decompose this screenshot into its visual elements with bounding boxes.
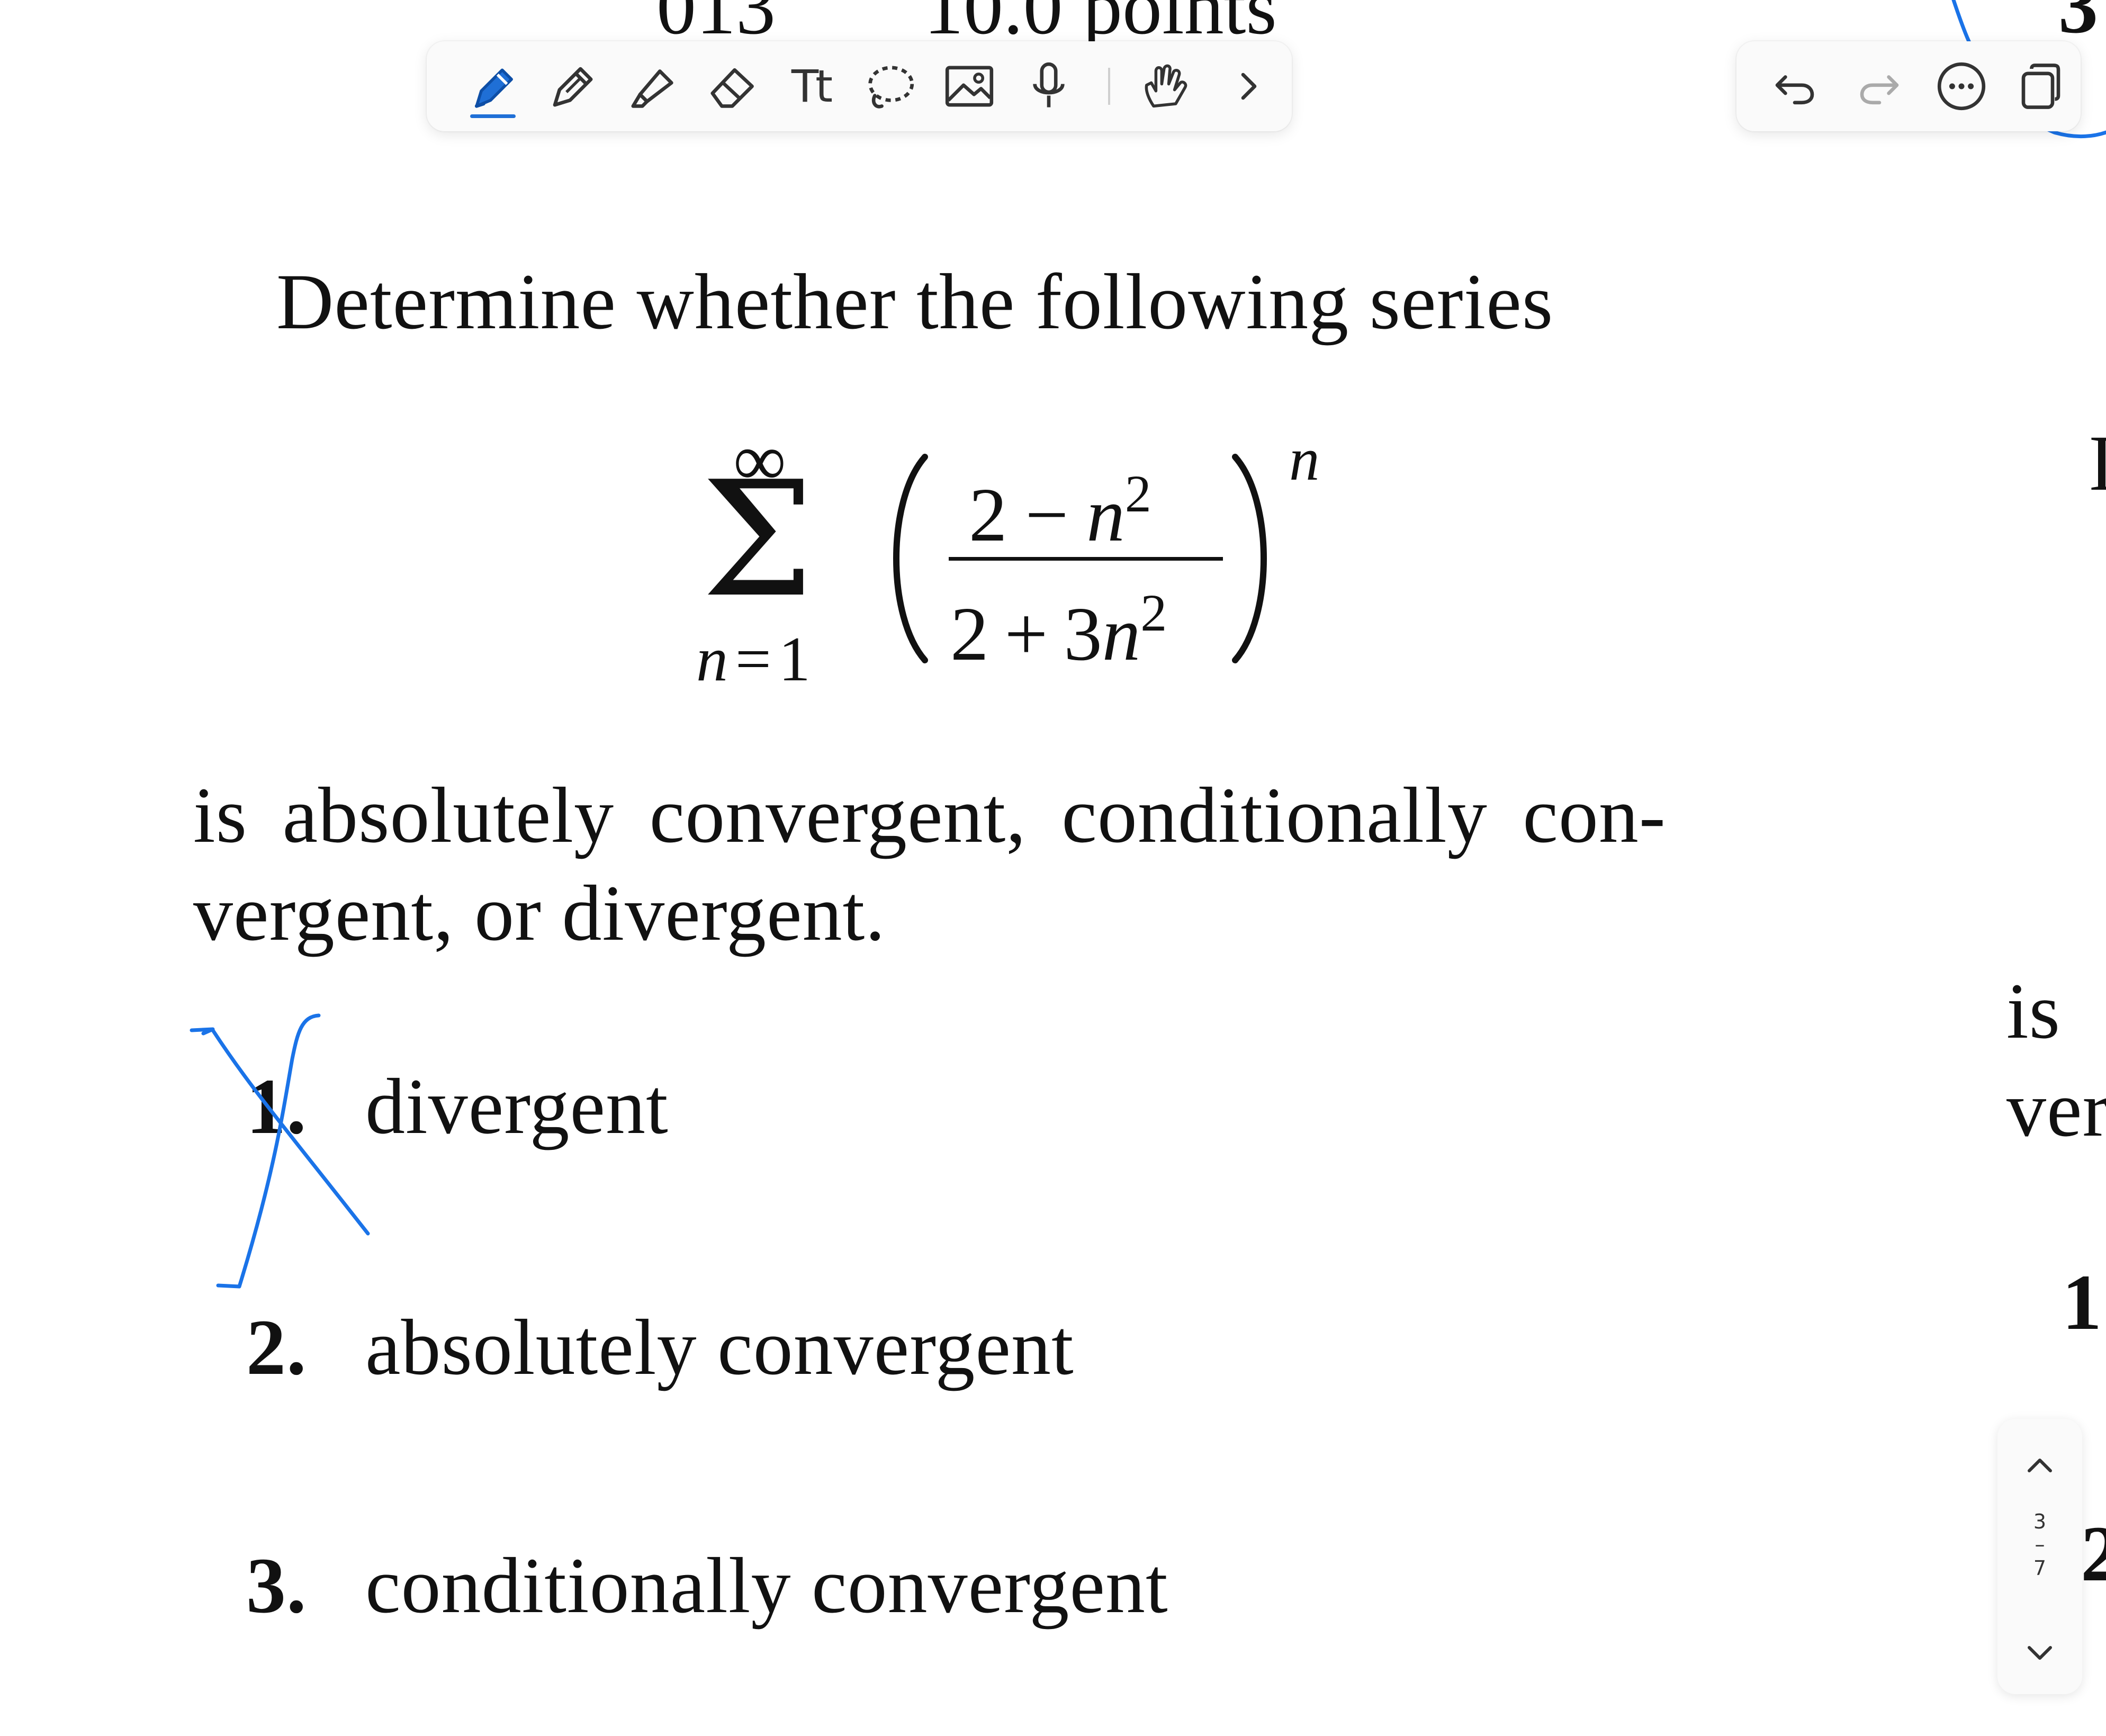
pencil-tool[interactable]	[538, 41, 607, 131]
den-op: +	[1004, 592, 1048, 677]
option-label: absolutely convergent	[365, 1303, 1074, 1391]
chevron-down-icon	[2028, 1646, 2052, 1660]
page-navigator: 3 – 7	[1997, 1419, 2082, 1694]
right-column-edge: I	[2089, 419, 2106, 507]
undo-icon	[1775, 75, 1814, 105]
fraction-denominator: 2 +3n2	[950, 574, 1167, 673]
question-text-line-1: is absolutely convergent, conditionally …	[193, 771, 1666, 859]
total-pages: 7	[2033, 1557, 2047, 1580]
chevron-right-icon	[1241, 73, 1257, 100]
fraction-numerator: 2− n2	[969, 455, 1151, 554]
action-toolbar	[1736, 41, 2081, 131]
lower-var: n	[696, 624, 728, 694]
highlighter-icon	[631, 69, 673, 108]
question-number: 013	[656, 0, 776, 51]
eraser-icon	[710, 68, 754, 108]
points-label: 10.0 points	[924, 0, 1277, 51]
lower-val: 1	[778, 624, 811, 694]
den-coef: 3	[1064, 592, 1102, 677]
num-var: n	[1086, 473, 1125, 557]
undo-button[interactable]	[1760, 41, 1829, 131]
previous-page-button[interactable]	[2013, 1440, 2066, 1488]
option-label: divergent	[365, 1063, 669, 1150]
right-paren	[1232, 454, 1267, 663]
chevron-up-icon	[2028, 1459, 2052, 1472]
pages-icon	[2021, 64, 2060, 109]
image-tool[interactable]	[935, 41, 1004, 131]
right-column-option-2: 2	[2081, 1510, 2106, 1598]
current-page: 3	[2033, 1510, 2047, 1533]
question-text-line-2: vergent, or divergent.	[193, 869, 886, 957]
drawing-toolbar: Tt	[427, 41, 1292, 131]
right-column-line-2: ver	[2006, 1065, 2106, 1153]
sum-lower-limit: n = 1	[696, 627, 811, 691]
hand-icon	[1145, 64, 1187, 108]
ink-cross-annotation	[190, 1013, 370, 1289]
next-page-button[interactable]	[2013, 1631, 2066, 1678]
text-icon: Tt	[791, 60, 833, 112]
question-intro: Determine whether the following series	[276, 258, 1554, 346]
fraction-bar	[949, 557, 1223, 561]
image-icon	[945, 66, 994, 107]
active-tool-indicator	[470, 114, 516, 118]
microphone-icon	[1033, 62, 1065, 107]
den-var: n	[1102, 592, 1141, 677]
num-const: 2	[969, 473, 1007, 557]
option-number: 2.	[246, 1303, 307, 1391]
highlighter-tool[interactable]	[617, 41, 686, 131]
eraser-tool[interactable]	[697, 41, 766, 131]
sum-sigma: Σ	[701, 447, 814, 632]
num-exp: 2	[1124, 464, 1151, 523]
den-exp: 2	[1140, 583, 1167, 642]
more-icon	[1937, 62, 1986, 111]
outer-exponent: n	[1289, 426, 1320, 493]
right-column-line-1: is	[2006, 967, 2061, 1055]
lasso-tool[interactable]	[856, 41, 924, 131]
page-separator: –	[2035, 1533, 2045, 1556]
den-const: 2	[950, 592, 989, 677]
lower-eq: =	[735, 624, 771, 694]
redo-icon	[1860, 75, 1899, 105]
pages-button[interactable]	[2006, 41, 2075, 131]
num-op: −	[1025, 473, 1069, 557]
touch-tool[interactable]	[1131, 41, 1200, 131]
toolbar-separator	[1108, 68, 1110, 105]
more-button[interactable]	[1927, 41, 1996, 131]
option-label: conditionally convergent	[365, 1542, 1168, 1630]
more-tools[interactable]	[1214, 41, 1283, 131]
text-tool[interactable]: Tt	[776, 41, 845, 131]
lasso-icon	[868, 66, 914, 109]
pen-icon	[474, 68, 513, 108]
option-number: 3.	[246, 1542, 307, 1630]
pencil-icon	[553, 67, 593, 107]
right-column-option-1: 1	[2062, 1258, 2102, 1346]
left-paren	[893, 454, 928, 663]
microphone-tool[interactable]	[1014, 41, 1083, 131]
redo-button[interactable]	[1845, 41, 1914, 131]
